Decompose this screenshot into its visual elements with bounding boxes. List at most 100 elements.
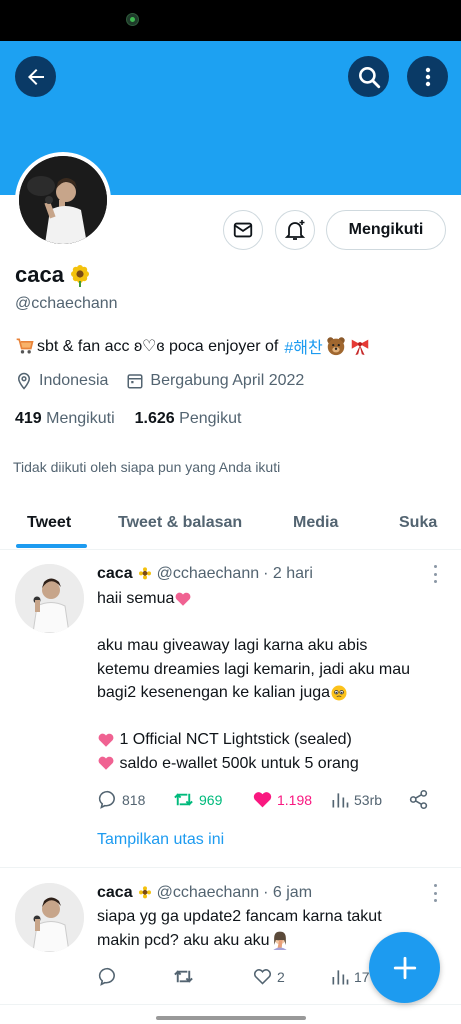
tweet-author-name[interactable]: caca bbox=[97, 565, 133, 583]
retweet-button[interactable] bbox=[172, 965, 252, 988]
retweet-button[interactable]: 969 bbox=[172, 788, 252, 811]
joined-date: Bergabung April 2022 bbox=[150, 372, 305, 389]
share-icon bbox=[409, 789, 428, 810]
following-button[interactable]: Mengikuti bbox=[326, 210, 446, 250]
reply-icon bbox=[98, 790, 115, 809]
not-followed-note: Tidak diikuti oleh siapa pun yang Anda i… bbox=[13, 459, 281, 475]
tweet-header: caca @cchaechann · 6 jam bbox=[97, 884, 312, 902]
envelope-icon bbox=[233, 222, 253, 238]
tweet-header: caca @cchaechann · 2 hari bbox=[97, 565, 313, 583]
profile-name-row: caca bbox=[15, 262, 92, 288]
heart-icon bbox=[253, 792, 272, 808]
bell-plus-icon bbox=[284, 220, 306, 240]
profile-name: caca bbox=[15, 262, 64, 287]
reply-button[interactable]: 818 bbox=[97, 789, 172, 810]
like-count: 1.198 bbox=[277, 791, 313, 808]
tweet-author-name[interactable]: caca bbox=[97, 884, 133, 902]
location-text: Indonesia bbox=[39, 372, 109, 389]
show-thread-link[interactable]: Tampilkan utas ini bbox=[97, 831, 224, 849]
tweet-actions: 818 969 1.198 53rb bbox=[97, 788, 429, 811]
tab-likes[interactable]: Suka bbox=[399, 496, 437, 549]
tweet-time: · 2 hari bbox=[263, 565, 313, 582]
tweet-line: 1 Official NCT Lightstick (sealed) bbox=[119, 731, 352, 748]
tweet-more-button[interactable] bbox=[431, 565, 439, 583]
views-chart-icon bbox=[332, 969, 349, 984]
search-button[interactable] bbox=[348, 56, 389, 97]
followers-count: 1.626 bbox=[134, 410, 175, 427]
profile-bio: sbt & fan acc ʚ♡ɞ poca enjoyer of #해찬 bbox=[15, 334, 371, 358]
profile-avatar[interactable] bbox=[15, 152, 111, 248]
sunflower-icon bbox=[138, 886, 151, 899]
calendar-icon bbox=[127, 374, 143, 389]
followers-label: Pengikut bbox=[179, 410, 242, 427]
tweet-author-handle[interactable]: @cchaechann bbox=[157, 884, 260, 902]
tweet-line: makin pcd? aku aku aku bbox=[97, 931, 270, 949]
status-bar bbox=[0, 0, 461, 41]
tweet-divider bbox=[0, 1004, 461, 1005]
bio-hashtag[interactable]: #해찬 bbox=[284, 334, 322, 358]
views-chart-icon bbox=[332, 792, 349, 807]
tab-media[interactable]: Media bbox=[293, 496, 338, 549]
notification-button[interactable] bbox=[275, 210, 315, 250]
notification-icon bbox=[126, 13, 139, 26]
retweet-icon bbox=[174, 970, 193, 983]
like-button[interactable]: 2 bbox=[252, 966, 330, 987]
followers-count-link[interactable]: 1.626 Pengikut bbox=[135, 410, 242, 428]
profile-handle: @cchaechann bbox=[15, 295, 118, 312]
more-vertical-icon bbox=[425, 67, 430, 86]
pleading-face-icon bbox=[331, 685, 347, 701]
profile-tabs: Tweet Tweet & balasan Media Suka bbox=[0, 496, 461, 550]
retweet-icon bbox=[174, 793, 193, 806]
profile-meta: Indonesia Bergabung April 2022 bbox=[15, 372, 322, 390]
reply-icon bbox=[98, 967, 115, 986]
search-icon bbox=[358, 66, 380, 88]
back-button[interactable] bbox=[15, 56, 56, 97]
tweet-actions: 2 17 bbox=[97, 965, 370, 988]
tweet-line: siapa yg ga update2 fancam karna takut bbox=[97, 908, 382, 925]
message-button[interactable] bbox=[223, 210, 263, 250]
tweet-author-handle[interactable]: @cchaechann bbox=[157, 565, 260, 583]
compose-tweet-button[interactable] bbox=[369, 932, 440, 1003]
heart-outline-icon bbox=[254, 969, 271, 985]
tweet-text: haii semua aku mau giveaway lagi karna a… bbox=[97, 587, 447, 775]
tweet-divider bbox=[0, 867, 461, 868]
heart-emoji-icon bbox=[98, 756, 114, 771]
active-tab-indicator bbox=[16, 544, 87, 548]
tab-tweet-replies[interactable]: Tweet & balasan bbox=[118, 496, 242, 549]
location-pin-icon bbox=[17, 372, 31, 390]
bio-text: sbt & fan acc ʚ♡ɞ poca enjoyer of bbox=[37, 338, 279, 355]
sunflower-icon bbox=[138, 567, 151, 580]
tweet-line: saldo e-wallet 500k untuk 5 orang bbox=[119, 754, 359, 772]
ribbon-icon bbox=[351, 339, 368, 356]
tweet-avatar[interactable] bbox=[15, 883, 84, 952]
tweet-line: ketemu dreamies lagi kemarin, jadi aku m… bbox=[97, 660, 411, 678]
heart-emoji-icon bbox=[175, 592, 191, 606]
tweet-time: · 6 jam bbox=[263, 884, 313, 901]
tweet-line: haii semua bbox=[97, 590, 175, 607]
like-button[interactable]: 1.198 bbox=[252, 789, 330, 810]
tweet-line: aku mau giveaway lagi karna aku abis bbox=[97, 637, 368, 654]
following-count: 419 bbox=[15, 410, 42, 427]
reply-button[interactable] bbox=[97, 966, 172, 987]
following-count-link[interactable]: 419 Mengikuti bbox=[15, 410, 115, 428]
tweet-line: bagi2 kesenengan ke kalian juga bbox=[97, 684, 331, 701]
views-button[interactable]: 17 bbox=[330, 967, 370, 987]
heart-emoji-icon bbox=[98, 733, 114, 747]
like-count: 2 bbox=[277, 968, 285, 985]
tab-tweet[interactable]: Tweet bbox=[27, 496, 71, 549]
retweet-count: 969 bbox=[199, 791, 223, 808]
share-button[interactable] bbox=[408, 789, 429, 810]
following-label: Mengikuti bbox=[46, 410, 115, 427]
views-count: 53rb bbox=[354, 791, 383, 808]
sunflower-icon bbox=[70, 265, 89, 287]
tweet-avatar[interactable] bbox=[15, 564, 84, 633]
woman-facepalm-icon bbox=[272, 931, 287, 951]
views-button[interactable]: 53rb bbox=[330, 790, 408, 810]
reply-count: 818 bbox=[122, 791, 146, 808]
views-count: 17 bbox=[354, 968, 370, 985]
tweet-more-button[interactable] bbox=[431, 884, 439, 902]
arrow-left-icon bbox=[27, 68, 44, 85]
home-indicator[interactable] bbox=[156, 1016, 306, 1020]
more-options-button[interactable] bbox=[407, 56, 448, 97]
follow-counts: 419 Mengikuti 1.626 Pengikut bbox=[15, 410, 241, 428]
